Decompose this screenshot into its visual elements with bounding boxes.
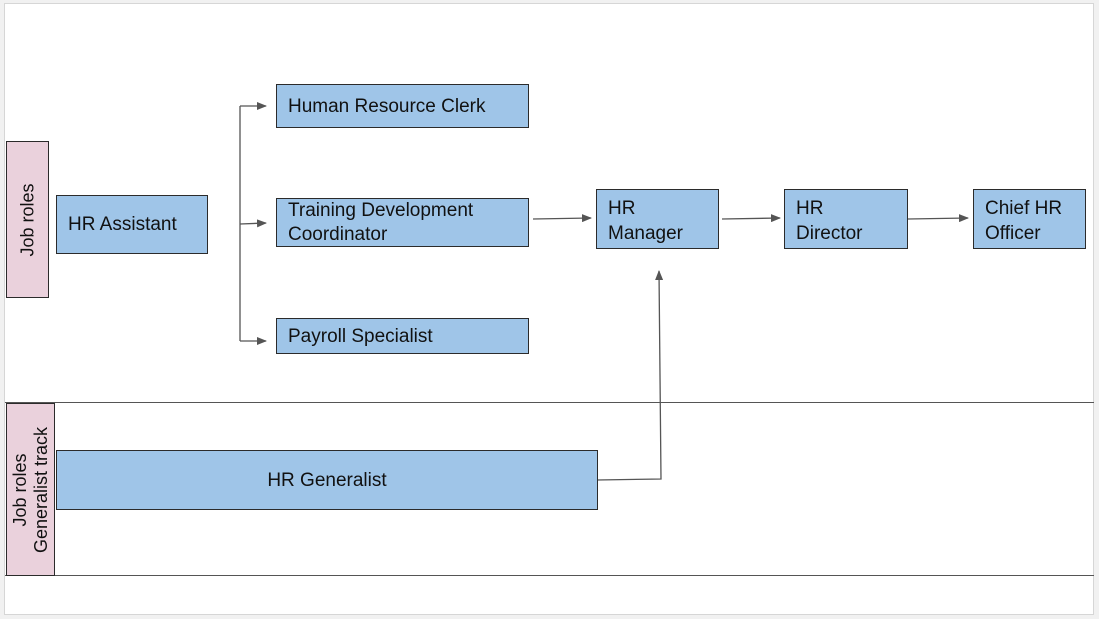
node-payroll-specialist[interactable]: Payroll Specialist [276, 318, 529, 354]
node-hr-director[interactable]: HR Director [784, 189, 908, 249]
node-chief-hr-officer[interactable]: Chief HR Officer [973, 189, 1086, 249]
connector-manager-to-director [721, 214, 781, 223]
node-training-development-coordinator[interactable]: Training Development Coordinator [276, 198, 529, 247]
node-label: HR Assistant [68, 214, 177, 235]
connectors [239, 102, 969, 481]
node-human-resource-clerk[interactable]: Human Resource Clerk [276, 84, 529, 128]
node-label-line2: Manager [608, 223, 683, 244]
node-label-line2: Coordinator [288, 224, 388, 245]
node-label: Payroll Specialist [288, 326, 433, 347]
node-label-line1: Training Development [288, 200, 474, 221]
node-label: HR Generalist [267, 470, 387, 491]
node-label-line2: Officer [985, 223, 1041, 244]
connector-generalist-to-manager [596, 270, 664, 481]
connector-training-to-manager [532, 214, 592, 223]
connector-to-training-coordinator [239, 219, 267, 228]
node-label: Human Resource Clerk [288, 96, 486, 117]
node-label-line1: HR [608, 198, 636, 219]
node-label-line1: Chief HR [985, 198, 1063, 219]
node-label-line2: Director [796, 223, 863, 244]
node-hr-manager[interactable]: HR Manager [596, 189, 719, 249]
node-label-line1: HR [796, 198, 824, 219]
connector-director-to-cho [907, 214, 969, 223]
node-hr-assistant[interactable]: HR Assistant [56, 195, 208, 254]
node-hr-generalist[interactable]: HR Generalist [56, 450, 598, 510]
